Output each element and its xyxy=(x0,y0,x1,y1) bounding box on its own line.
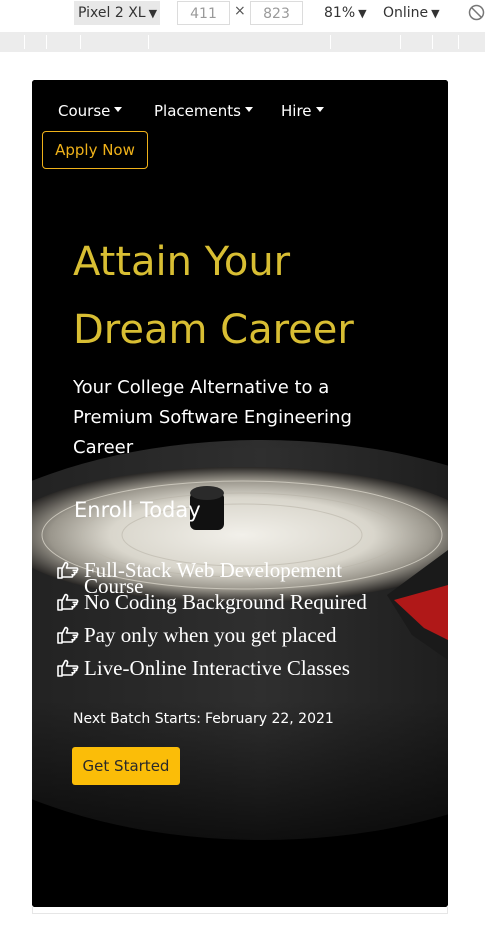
rotate-icon[interactable] xyxy=(468,4,485,21)
enroll-today-link[interactable]: Enroll Today xyxy=(74,498,201,522)
ruler-tick xyxy=(80,35,81,49)
nav-hire-dropdown[interactable]: Hire xyxy=(281,102,324,120)
ruler-tick xyxy=(458,35,459,49)
nav-placements-label: Placements xyxy=(154,102,241,120)
batch-prefix: Next Batch Starts: xyxy=(73,711,201,727)
get-started-button[interactable]: Get Started xyxy=(72,747,180,785)
ruler-tick xyxy=(400,35,401,49)
top-navigation: Course Placements Hire Apply Now xyxy=(32,80,448,180)
hand-pointing-right-icon xyxy=(57,659,79,677)
caret-down-icon xyxy=(114,107,123,112)
feature-text: Live-Online Interactive Classes xyxy=(84,656,350,680)
ruler-tick xyxy=(330,35,331,49)
headline-line-1: Attain Your xyxy=(73,239,291,285)
media-query-ruler[interactable] xyxy=(0,32,485,52)
throttle-select[interactable]: Online ▼ xyxy=(383,1,440,25)
nav-hire-label: Hire xyxy=(281,102,312,120)
device-viewport: Course Placements Hire Apply Now Attain … xyxy=(32,80,448,907)
viewport-bottom-edge xyxy=(32,907,448,914)
caret-down-icon xyxy=(315,107,324,112)
headline-line-2: Dream Career xyxy=(73,307,354,353)
nav-course-label: Course xyxy=(58,102,111,120)
zoom-select[interactable]: 81% ▼ xyxy=(324,1,367,25)
feature-item: Pay only when you get placed xyxy=(56,623,426,656)
hero-headline: Attain Your Dream Career xyxy=(73,228,413,364)
chevron-down-icon: ▼ xyxy=(148,7,158,20)
height-input[interactable]: 823 xyxy=(250,1,303,25)
hand-pointing-right-icon xyxy=(57,561,79,579)
throttle-select-label: Online xyxy=(383,5,429,21)
next-batch-info: Next Batch Starts: February 22, 2021 xyxy=(73,711,334,727)
nav-course-dropdown[interactable]: Course xyxy=(58,102,123,120)
feature-item: No Coding Background Required xyxy=(56,590,426,623)
ruler-tick xyxy=(46,35,47,49)
feature-item: Full-Stack Web Developement Course xyxy=(56,558,376,597)
device-select[interactable]: Pixel 2 XL ▼ xyxy=(74,1,160,25)
caret-down-icon xyxy=(244,107,253,112)
nav-placements-dropdown[interactable]: Placements xyxy=(154,102,253,120)
batch-date: February 22, 2021 xyxy=(204,711,334,727)
hand-pointing-right-icon xyxy=(57,593,79,611)
width-input[interactable]: 411 xyxy=(177,1,230,25)
zoom-select-label: 81% xyxy=(324,5,356,21)
feature-list: Full-Stack Web Developement Course No Co… xyxy=(56,558,426,689)
device-select-label: Pixel 2 XL xyxy=(78,5,146,21)
ruler-tick xyxy=(148,35,149,49)
hero-subheading: Your College Alternative to a Premium So… xyxy=(73,377,352,458)
feature-text: No Coding Background Required xyxy=(84,590,367,614)
feature-text: Pay only when you get placed xyxy=(84,623,337,647)
ruler-tick xyxy=(24,35,25,49)
chevron-down-icon: ▼ xyxy=(431,7,440,20)
apply-now-button[interactable]: Apply Now xyxy=(42,131,148,169)
ruler-tick xyxy=(432,35,433,49)
hand-pointing-right-icon xyxy=(57,626,79,644)
dimension-separator: × xyxy=(234,3,246,19)
chevron-down-icon: ▼ xyxy=(358,7,367,20)
feature-item: Live-Online Interactive Classes xyxy=(56,656,426,689)
devtools-toolbar: Pixel 2 XL ▼ 411 × 823 81% ▼ Online ▼ xyxy=(0,0,485,30)
